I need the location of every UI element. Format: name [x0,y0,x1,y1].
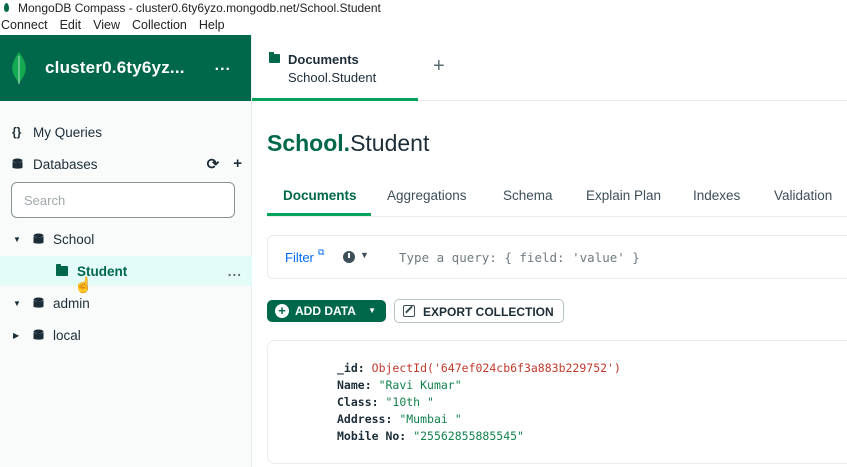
add-data-button[interactable]: + ADD DATA ▼ [267,300,386,322]
subtab-documents[interactable]: Documents [283,188,357,203]
sidebar-item-label: My Queries [33,124,103,140]
caret-down-icon: ▼ [368,306,376,315]
subtab-schema[interactable]: Schema [503,188,553,203]
cluster-header[interactable]: cluster0.6ty6yz... ... [0,35,251,101]
database-name: School [267,130,344,156]
field-key: Name: [337,378,372,392]
tree-item-admin[interactable]: ▼ admin [0,288,252,318]
subtab-validation[interactable]: Validation [774,188,832,203]
query-input[interactable]: Type a query: { field: 'value' } [399,250,640,265]
folder-icon [269,52,280,63]
document-card[interactable]: _id: ObjectId('647ef024cb6f3a883b229752'… [267,340,847,464]
chevron-down-icon[interactable]: ▼ [360,250,369,260]
plus-circle-icon: + [275,304,289,318]
sidebar-item-my-queries[interactable]: {} My Queries [0,117,252,147]
subtab-indexes[interactable]: Indexes [693,188,740,203]
export-icon [403,305,415,317]
collection-name: Student [350,130,430,156]
tab-title: Documents [288,52,359,67]
active-subtab-indicator [267,213,371,216]
cluster-more-button[interactable]: ... [215,57,231,75]
window-titlebar: MongoDB Compass - cluster0.6ty6yzo.mongo… [0,0,847,15]
field-class: Class: "10th " [337,395,434,409]
add-data-label: ADD DATA [295,304,356,318]
subtab-aggregations[interactable]: Aggregations [387,188,467,203]
caret-down-icon[interactable]: ▼ [13,235,21,244]
database-icon [33,297,44,308]
sidebar-item-label: Databases [33,156,98,172]
cluster-name: cluster0.6ty6yz... [45,58,185,77]
caret-right-icon[interactable]: ▶ [13,331,19,340]
field-value: "Mumbai " [399,412,462,426]
field-mobile: Mobile No: "25562855885545" [337,429,524,443]
query-history-icon[interactable] [343,251,355,263]
braces-icon: {} [12,125,22,139]
tree-item-label: School [53,231,95,247]
menu-collection[interactable]: Collection [132,18,187,32]
field-key: _id: [337,361,365,375]
field-key: Mobile No: [337,429,407,443]
tree-item-label: admin [53,295,90,311]
tree-item-local[interactable]: ▶ local [0,320,252,350]
new-tab-button[interactable]: + [433,55,445,78]
window-title: MongoDB Compass - cluster0.6ty6yzo.mongo… [18,0,381,15]
field-address: Address: "Mumbai " [337,412,462,426]
mongodb-leaf-icon [4,3,9,12]
menu-bar: Connect Edit View Collection Help [0,15,847,35]
folder-icon [56,264,68,276]
field-value: "10th " [385,395,434,409]
collection-more-button[interactable]: ... [228,264,242,279]
tree-item-student[interactable]: Student ... ☝ [0,256,252,294]
query-filter-bar: Filter ⧉ ▼ Type a query: { field: 'value… [267,235,847,279]
field-id: _id: ObjectId('647ef024cb6f3a883b229752'… [337,361,621,375]
sidebar: cluster0.6ty6yz... ... {} My Queries Dat… [0,35,252,467]
menu-view[interactable]: View [93,18,120,32]
page-title: School.Student [267,130,429,157]
tab-namespace: School.Student [288,70,377,85]
subtab-explain-plan[interactable]: Explain Plan [586,188,661,203]
tree-item-label: local [53,327,81,343]
field-key: Address: [337,412,393,426]
field-key: Class: [337,395,379,409]
tree-item-school[interactable]: ▼ School [0,224,252,254]
tab-documents[interactable]: Documents School.Student [252,35,418,101]
refresh-icon[interactable]: ⟳ [207,155,220,173]
menu-help[interactable]: Help [199,18,225,32]
menu-edit[interactable]: Edit [60,18,82,32]
caret-down-icon[interactable]: ▼ [13,299,21,308]
export-collection-button[interactable]: EXPORT COLLECTION [394,299,564,323]
menu-connect[interactable]: Connect [1,18,48,32]
field-value: "25562855885545" [413,429,524,443]
sidebar-item-databases[interactable]: Databases ⟳ + [0,149,252,179]
export-label: EXPORT COLLECTION [423,305,554,319]
database-icon [33,329,44,340]
mongodb-leaf-icon [12,52,26,84]
filter-label[interactable]: Filter [285,250,314,265]
field-value: ObjectId('647ef024cb6f3a883b229752') [371,361,621,375]
collection-subtabs: Documents Aggregations Schema Explain Pl… [267,180,847,217]
external-link-icon[interactable]: ⧉ [318,247,324,258]
sidebar-search-input[interactable]: Search [11,182,235,218]
database-icon [12,158,23,169]
field-value: "Ravi Kumar" [378,378,462,392]
database-icon [33,233,44,244]
add-database-icon[interactable]: + [233,155,242,173]
workspace-tabs: Documents School.Student + [252,35,847,101]
field-name: Name: "Ravi Kumar" [337,378,462,392]
